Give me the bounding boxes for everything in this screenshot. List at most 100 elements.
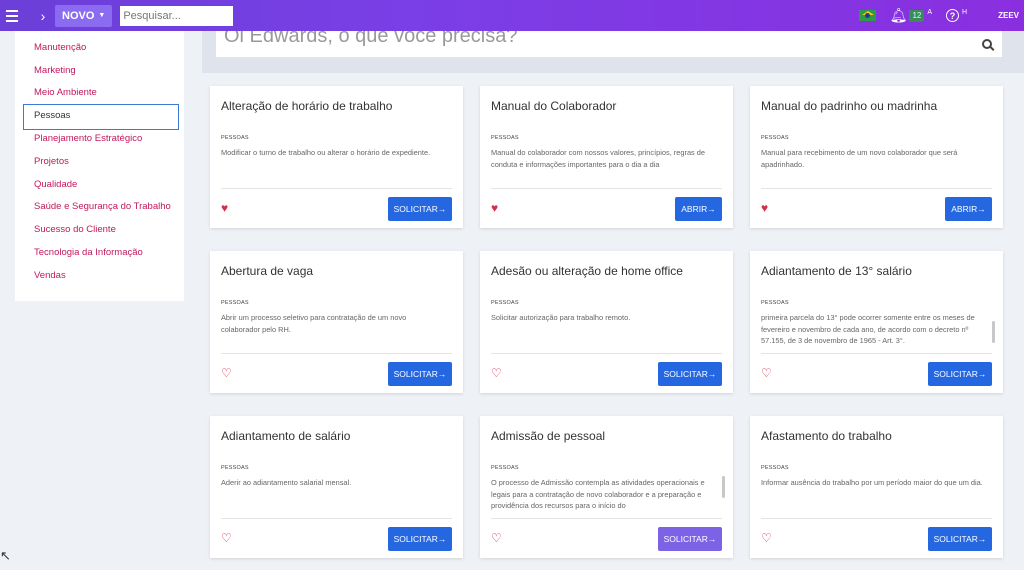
card-divider (761, 518, 992, 519)
arrow-right-icon: → (977, 369, 987, 379)
description-scrollbar[interactable] (992, 321, 995, 343)
service-card[interactable]: Adesão ou alteração de home office PESSO… (480, 251, 733, 393)
service-card[interactable]: Abertura de vaga PESSOAS Abrir um proces… (210, 251, 463, 393)
sidebar-item-meio-ambiente[interactable]: Meio Ambiente (15, 82, 184, 105)
card-category: PESSOAS (491, 300, 519, 306)
card-action-label: SOLICITAR (393, 204, 438, 214)
card-action-label: SOLICITAR (393, 534, 438, 544)
category-sidebar: Manutenção Marketing Meio Ambiente Pesso… (15, 31, 184, 301)
notification-suffix: A (927, 9, 933, 16)
heart-outline-icon[interactable]: ♡ (761, 532, 772, 544)
card-category: PESSOAS (221, 465, 249, 471)
arrow-right-icon: → (437, 369, 447, 379)
help-suffix: H (962, 9, 968, 16)
heart-filled-icon[interactable]: ♥ (491, 202, 498, 214)
card-action-label: SOLICITAR (663, 534, 708, 544)
sidebar-item-projetos[interactable]: Projetos (15, 150, 184, 173)
card-category: PESSOAS (221, 300, 249, 306)
chevron-right-icon[interactable]: › (37, 8, 49, 24)
card-action-label: ABRIR (951, 204, 978, 214)
card-description: primeira parcela do 13° pode ocorrer som… (761, 313, 975, 346)
card-description: Abrir um processo seletivo para contrata… (221, 313, 407, 334)
help-icon[interactable]: ? (946, 9, 960, 22)
sidebar-item-saude-seguranca[interactable]: Saúde e Segurança do Trabalho (15, 196, 184, 219)
card-description: Solicitar autorização para trabalho remo… (491, 313, 631, 322)
card-category: PESSOAS (761, 465, 789, 471)
sidebar-item-manutencao[interactable]: Manutenção (15, 36, 184, 59)
card-title: Manual do padrinho ou madrinha (761, 99, 938, 113)
sidebar-item-vendas[interactable]: Vendas (15, 264, 184, 287)
card-description: Modificar o turno de trabalho ou alterar… (221, 148, 431, 157)
arrow-right-icon: → (437, 204, 447, 214)
arrow-right-icon: → (707, 534, 717, 544)
heart-outline-icon[interactable]: ♡ (221, 532, 232, 544)
card-action-button[interactable]: ABRIR → (675, 197, 722, 221)
sidebar-item-qualidade[interactable]: Qualidade (15, 173, 184, 196)
service-card[interactable]: Admissão de pessoal PESSOAS O processo d… (480, 416, 733, 558)
heart-outline-icon[interactable]: ♡ (491, 367, 502, 379)
card-category: PESSOAS (491, 465, 519, 471)
card-divider (221, 518, 452, 519)
card-title: Adiantamento de 13° salário (761, 264, 912, 278)
hero-search-input[interactable]: Oi Edwards, o que você precisa? (216, 31, 972, 57)
arrow-right-icon: → (977, 534, 987, 544)
description-scrollbar[interactable] (722, 476, 725, 498)
card-action-button[interactable]: SOLICITAR → (928, 527, 992, 551)
service-card[interactable]: Adiantamento de salário PESSOAS Aderir a… (210, 416, 463, 558)
heart-outline-icon[interactable]: ♡ (221, 367, 232, 379)
heart-outline-icon[interactable]: ♡ (491, 532, 502, 544)
card-title: Adesão ou alteração de home office (491, 264, 683, 278)
service-card[interactable]: Adiantamento de 13° salário PESSOAS prim… (750, 251, 1003, 393)
card-action-button[interactable]: SOLICITAR → (658, 527, 722, 551)
card-category: PESSOAS (221, 135, 249, 141)
user-menu[interactable]: ZEEV (998, 11, 1019, 20)
bell-icon[interactable]: 🔔︎ (890, 7, 908, 24)
caret-down-icon: ▼ (98, 12, 106, 19)
sidebar-item-tecnologia[interactable]: Tecnologia da Informação (15, 241, 184, 264)
hero-search-button[interactable] (972, 31, 1002, 57)
arrow-right-icon: → (707, 369, 717, 379)
menu-icon[interactable] (1, 0, 23, 31)
heart-filled-icon[interactable]: ♥ (761, 202, 768, 214)
service-card[interactable]: Afastamento do trabalho PESSOAS Informar… (750, 416, 1003, 558)
card-action-button[interactable]: SOLICITAR → (928, 362, 992, 386)
new-button[interactable]: NOVO ▼ (55, 4, 113, 27)
card-action-label: SOLICITAR (663, 369, 708, 379)
card-category: PESSOAS (761, 135, 789, 141)
sidebar-item-pessoas[interactable]: Pessoas (15, 104, 184, 131)
card-divider (491, 518, 722, 519)
card-title: Afastamento do trabalho (761, 429, 892, 443)
service-card[interactable]: Manual do padrinho ou madrinha PESSOAS M… (750, 86, 1003, 228)
sidebar-item-marketing[interactable]: Marketing (15, 59, 184, 82)
card-action-label: SOLICITAR (933, 369, 978, 379)
card-action-button[interactable]: SOLICITAR → (388, 527, 452, 551)
card-action-button[interactable]: SOLICITAR → (388, 362, 452, 386)
card-action-button[interactable]: SOLICITAR → (658, 362, 722, 386)
hero-search-prompt: Oi Edwards, o que você precisa? (224, 31, 518, 47)
top-navigation-bar: › NOVO ▼ Pesquisar... 🔔︎ 12 A ? H ZEEV (0, 0, 1024, 31)
service-card[interactable]: Manual do Colaborador PESSOAS Manual do … (480, 86, 733, 228)
arrow-right-icon: → (437, 534, 447, 544)
language-flag-icon[interactable] (858, 10, 876, 21)
service-card[interactable]: Alteração de horário de trabalho PESSOAS… (210, 86, 463, 228)
card-title: Alteração de horário de trabalho (221, 99, 393, 113)
card-title: Abertura de vaga (221, 264, 314, 278)
card-description: Manual para recebimento de um novo colab… (761, 148, 958, 169)
card-description: Manual do colaborador com nossos valores… (491, 148, 706, 169)
card-title: Manual do Colaborador (491, 99, 617, 113)
top-search-input[interactable]: Pesquisar... (120, 5, 234, 26)
sidebar-item-sucesso-cliente[interactable]: Sucesso do Cliente (15, 218, 184, 241)
heart-outline-icon[interactable]: ♡ (761, 367, 772, 379)
card-divider (491, 188, 722, 189)
card-divider (761, 353, 992, 354)
sidebar-item-planejamento[interactable]: Planejamento Estratégico (15, 127, 184, 150)
card-action-button[interactable]: SOLICITAR → (388, 197, 452, 221)
card-divider (221, 353, 452, 354)
heart-filled-icon[interactable]: ♥ (221, 202, 228, 214)
card-action-button[interactable]: ABRIR → (945, 197, 992, 221)
card-action-label: SOLICITAR (933, 534, 978, 544)
card-category: PESSOAS (491, 135, 519, 141)
card-divider (761, 188, 992, 189)
card-description: O processo de Admissão contempla as ativ… (491, 478, 705, 511)
card-action-label: SOLICITAR (393, 369, 438, 379)
